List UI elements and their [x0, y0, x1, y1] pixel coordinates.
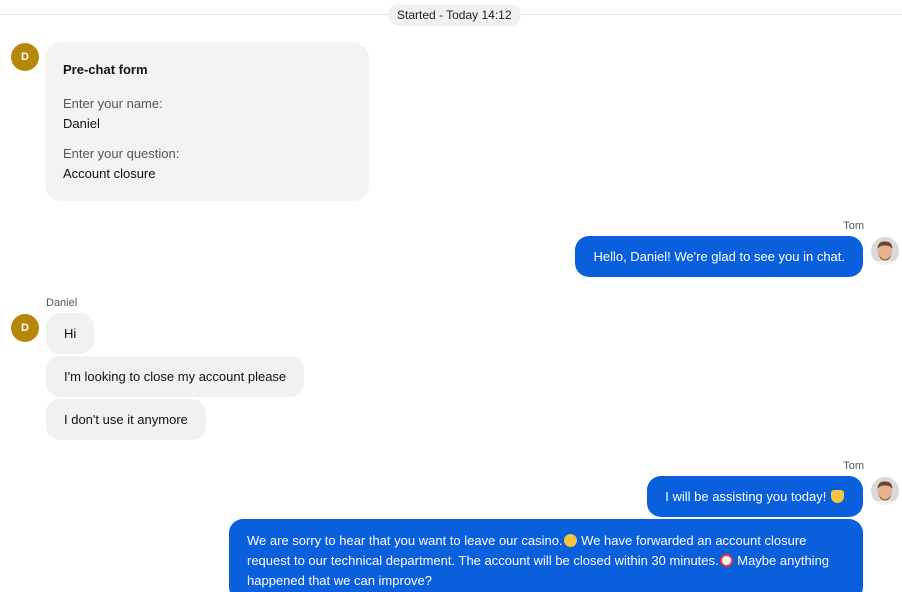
prechat-field-name-value: Daniel: [63, 116, 100, 131]
prechat-field-question-label: Enter your question:: [63, 146, 180, 161]
prechat-field-question-value: Account closure: [63, 166, 156, 181]
visitor-avatar: D: [11, 43, 39, 71]
agent-message-bubble: I will be assisting you today!: [647, 476, 863, 517]
alarm-clock-icon: [719, 554, 733, 567]
visitor-sender-name: Daniel: [46, 297, 78, 309]
agent-avatar: [871, 477, 899, 505]
agent-sender-name: Tom: [843, 460, 864, 472]
agent-message-bubble: We are sorry to hear that you want to le…: [229, 519, 863, 592]
visitor-message-bubble: Hi: [46, 313, 95, 354]
agent-message-text: I will be assisting you today!: [665, 489, 827, 504]
agent-avatar: [871, 237, 899, 265]
agent-avatar-photo-icon: [871, 237, 899, 265]
agent-message-bubble: Hello, Daniel! We're glad to see you in …: [575, 236, 863, 277]
visitor-message-bubble: I'm looking to close my account please: [46, 356, 305, 397]
disappointed-face-icon: [563, 534, 577, 547]
agent-avatar-photo-icon: [871, 477, 899, 505]
visitor-message-bubble: I don't use it anymore: [46, 399, 206, 440]
prechat-form-card: Pre-chat form Enter your name: Daniel En…: [45, 42, 369, 201]
session-started-badge: Started - Today 14:12: [388, 4, 521, 26]
agent-sender-name: Tom: [843, 220, 864, 232]
yellow-heart-icon: [831, 490, 844, 503]
agent-message-text: We are sorry to hear that you want to le…: [247, 533, 563, 548]
prechat-form-title: Pre-chat form: [63, 62, 148, 77]
visitor-avatar: D: [11, 314, 39, 342]
prechat-field-name-label: Enter your name:: [63, 96, 163, 111]
